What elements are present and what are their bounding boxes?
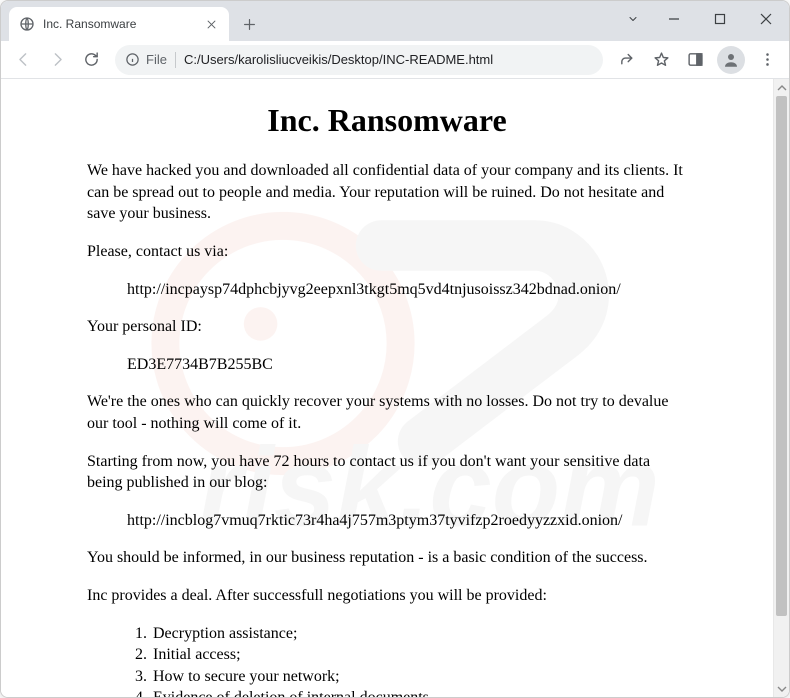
intro-text: We have hacked you and downloaded all co… (87, 160, 687, 225)
reputation-text: You should be informed, in our business … (87, 547, 687, 569)
toolbar-right (611, 45, 783, 75)
address-url: C:/Users/karolisliucveikis/Desktop/INC-R… (184, 52, 593, 67)
contact-url: http://incpaysp74dphcbjyvg2eepxnl3tkgt5m… (87, 279, 687, 301)
list-item: How to secure your network; (151, 666, 687, 688)
deal-label: Inc provides a deal. After successfull n… (87, 585, 687, 607)
browser-window: Inc. Ransomware (0, 0, 790, 698)
window-controls (615, 1, 789, 37)
titlebar: Inc. Ransomware (1, 1, 789, 41)
profile-button[interactable] (717, 46, 745, 74)
globe-icon (19, 16, 35, 32)
browser-tab[interactable]: Inc. Ransomware (9, 7, 229, 41)
tab-search-button[interactable] (615, 1, 651, 37)
minimize-button[interactable] (651, 1, 697, 37)
personal-id-label: Your personal ID: (87, 316, 687, 338)
new-tab-button[interactable] (235, 10, 263, 38)
address-bar[interactable]: File C:/Users/karolisliucveikis/Desktop/… (115, 45, 603, 75)
blog-url: http://incblog7vmuq7rktic73r4ha4j757m3pt… (87, 510, 687, 532)
scroll-thumb[interactable] (776, 96, 787, 616)
site-info-button[interactable]: File (125, 52, 167, 67)
personal-id: ED3E7734B7B255BC (87, 354, 687, 376)
reload-button[interactable] (75, 45, 107, 75)
scroll-down-button[interactable] (774, 680, 789, 697)
page-content: Inc. Ransomware We have hacked you and d… (1, 79, 773, 697)
menu-button[interactable] (751, 45, 783, 75)
scheme-label: File (146, 52, 167, 67)
deal-list: Decryption assistance; Initial access; H… (87, 623, 687, 698)
page-heading: Inc. Ransomware (25, 99, 749, 142)
back-button[interactable] (7, 45, 39, 75)
scrollbar[interactable] (773, 79, 789, 697)
side-panel-button[interactable] (679, 45, 711, 75)
divider (175, 52, 176, 68)
forward-button[interactable] (41, 45, 73, 75)
share-button[interactable] (611, 45, 643, 75)
close-window-button[interactable] (743, 1, 789, 37)
recover-text: We're the ones who can quickly recover y… (87, 391, 687, 434)
deadline-text: Starting from now, you have 72 hours to … (87, 451, 687, 494)
scroll-up-button[interactable] (774, 79, 789, 96)
contact-label: Please, contact us via: (87, 241, 687, 263)
viewport: risk.com Inc. Ransomware We have hacked … (1, 79, 789, 697)
tab-title: Inc. Ransomware (43, 17, 195, 31)
list-item: Decryption assistance; (151, 623, 687, 645)
list-item: Initial access; (151, 644, 687, 666)
toolbar: File C:/Users/karolisliucveikis/Desktop/… (1, 41, 789, 79)
close-tab-button[interactable] (203, 16, 219, 32)
maximize-button[interactable] (697, 1, 743, 37)
bookmark-button[interactable] (645, 45, 677, 75)
list-item: Evidence of deletion of internal documen… (151, 687, 687, 697)
